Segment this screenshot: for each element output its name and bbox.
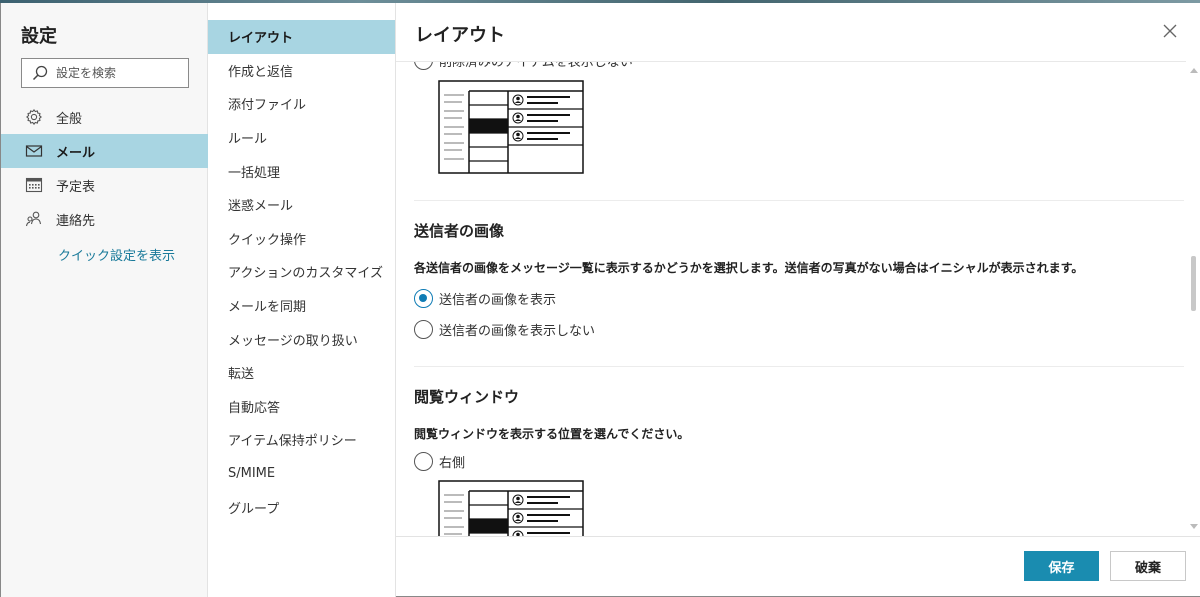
message-list-illustration	[438, 80, 584, 174]
section-divider	[414, 200, 1184, 201]
subnav-customize-actions[interactable]: アクションのカスタマイズ	[208, 255, 395, 289]
close-icon[interactable]	[1162, 23, 1178, 39]
reading-pane-heading: 閲覧ウィンドウ	[414, 388, 520, 406]
radio-option-show-sender-image[interactable]: 送信者の画像を表示	[414, 289, 556, 308]
sender-image-heading: 送信者の画像	[414, 222, 505, 240]
radio-option-hide-sender-image[interactable]: 送信者の画像を表示しない	[414, 320, 595, 339]
radio-label: 右側	[439, 456, 466, 471]
sender-image-description: 各送信者の画像をメッセージ一覧に表示するかどうかを選択します。送信者の写真がない…	[414, 261, 1084, 275]
subnav-sync-email[interactable]: メールを同期	[208, 289, 395, 323]
radio-option-hide-deleted[interactable]: 削除済みのアイテムを表示しない	[414, 62, 633, 70]
subnav-forwarding[interactable]: 転送	[208, 356, 395, 390]
settings-category-pane: 設定 全般 メール	[1, 3, 208, 597]
mail-icon	[25, 145, 43, 157]
mail-subsection-pane: レイアウト 作成と返信 添付ファイル ルール 一括処理 迷惑メール クイック操作…	[208, 3, 396, 597]
subnav-groups[interactable]: グループ	[208, 490, 395, 524]
people-icon	[25, 211, 42, 227]
footer-divider	[396, 536, 1200, 537]
subnav-automatic-replies[interactable]: 自動応答	[208, 390, 395, 424]
subnav-retention-policies[interactable]: アイテム保持ポリシー	[208, 423, 395, 457]
radio-button[interactable]	[414, 320, 433, 339]
category-people[interactable]: 連絡先	[1, 202, 208, 236]
settings-scroll-area[interactable]: 削除済みのアイテムを表示しない 送信者の画像 各送信者の画像をメッセージ一覧に表…	[396, 62, 1186, 536]
settings-title: 設定	[21, 26, 57, 47]
settings-dialog: 設定 全般 メール	[0, 3, 1200, 597]
mail-subsection-list: レイアウト 作成と返信 添付ファイル ルール 一括処理 迷惑メール クイック操作…	[208, 20, 395, 524]
category-calendar[interactable]: 予定表	[1, 168, 208, 202]
save-button[interactable]: 保存	[1024, 551, 1099, 581]
settings-search-input[interactable]	[56, 64, 184, 82]
category-label: 全般	[56, 111, 83, 127]
calendar-icon	[25, 177, 43, 193]
subnav-quick-steps[interactable]: クイック操作	[208, 222, 395, 256]
subnav-attachments[interactable]: 添付ファイル	[208, 87, 395, 121]
category-general[interactable]: 全般	[1, 100, 208, 134]
category-label: 予定表	[56, 179, 96, 195]
radio-label: 送信者の画像を表示	[439, 293, 557, 308]
category-label: メール	[56, 145, 96, 161]
subnav-smime[interactable]: S/MIME	[208, 457, 395, 491]
radio-option-reading-pane-right[interactable]: 右側	[414, 452, 465, 471]
settings-category-list: 全般 メール 予定表 連絡先	[1, 100, 208, 236]
category-mail[interactable]: メール	[1, 134, 208, 168]
gear-icon	[26, 109, 42, 125]
reading-pane-right-illustration	[438, 480, 584, 536]
category-label: 連絡先	[56, 213, 96, 229]
subnav-sweep[interactable]: 一括処理	[208, 154, 395, 188]
scroll-down-arrow-icon[interactable]	[1190, 524, 1198, 529]
subnav-layout[interactable]: レイアウト	[208, 20, 395, 54]
radio-button[interactable]	[414, 452, 433, 471]
radio-label: 送信者の画像を表示しない	[439, 324, 596, 339]
discard-button[interactable]: 破棄	[1110, 551, 1186, 581]
radio-button-selected[interactable]	[414, 289, 433, 308]
scroll-up-arrow-icon[interactable]	[1190, 68, 1198, 73]
radio-label: 削除済みのアイテムを表示しない	[439, 62, 633, 70]
scroll-thumb[interactable]	[1191, 256, 1196, 311]
settings-search-box[interactable]	[21, 58, 189, 88]
layout-settings-pane: レイアウト 削除済みのアイテムを表示しない 送信者の画像 各送信者の画像をメッセ…	[396, 3, 1200, 597]
quick-settings-link[interactable]: クイック設定を表示	[58, 245, 175, 264]
subnav-compose-reply[interactable]: 作成と返信	[208, 54, 395, 88]
subnav-rules[interactable]: ルール	[208, 121, 395, 155]
radio-button[interactable]	[414, 62, 433, 70]
search-icon	[32, 65, 48, 81]
section-divider	[414, 366, 1184, 367]
reading-pane-description: 閲覧ウィンドウを表示する位置を選んでください。	[414, 427, 690, 441]
page-title: レイアウト	[415, 25, 505, 46]
subnav-message-handling[interactable]: メッセージの取り扱い	[208, 322, 395, 356]
subnav-junk-email[interactable]: 迷惑メール	[208, 188, 395, 222]
vertical-scrollbar[interactable]	[1186, 62, 1200, 536]
